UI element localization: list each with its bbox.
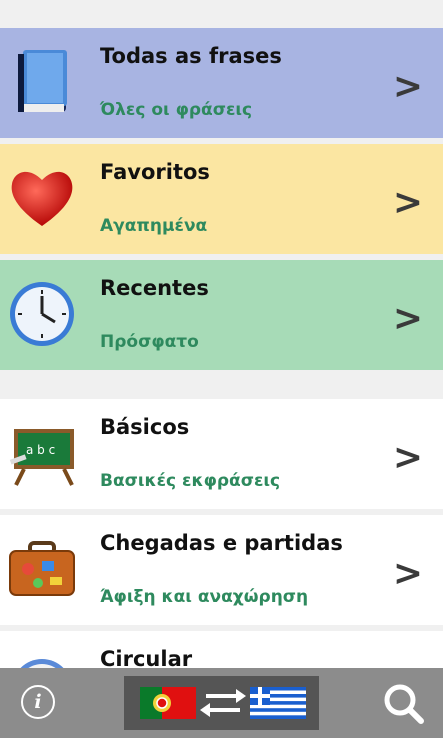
chevron-right-icon: > [392, 182, 423, 223]
category-subtitle: Όλες οι φράσεις [100, 100, 253, 120]
category-subtitle: Βασικές εκφράσεις [100, 471, 281, 491]
category-subtitle: Άφιξη και αναχώρηση [100, 587, 309, 607]
search-icon[interactable] [380, 681, 426, 727]
category-row-favorites[interactable]: Favoritos Αγαπημένα > [0, 144, 443, 254]
category-title: Básicos [100, 415, 190, 439]
chevron-right-icon: > [392, 437, 423, 478]
book-icon [6, 46, 78, 118]
chalkboard-text: a b c [26, 443, 55, 457]
info-icon[interactable]: i [21, 685, 55, 719]
chevron-right-icon: > [392, 298, 423, 339]
swap-arrows-icon [200, 689, 246, 717]
chalkboard-icon: a b c [6, 417, 78, 489]
clock-icon [6, 278, 78, 350]
category-list: Todas as frases Όλες οι φράσεις > Favori… [0, 0, 443, 668]
chevron-right-icon: > [392, 66, 423, 107]
bottom-app-bar: i [0, 668, 443, 738]
category-row-getting-around[interactable]: Circular [0, 631, 443, 668]
category-title: Recentes [100, 276, 209, 300]
category-row-basics[interactable]: a b c Básicos Βασικές εκφράσεις > [0, 399, 443, 509]
suitcase-icon [6, 533, 78, 605]
compass-icon [6, 649, 78, 668]
info-label: i [34, 691, 42, 713]
category-title: Chegadas e partidas [100, 531, 343, 555]
category-subtitle: Αγαπημένα [100, 216, 208, 236]
chevron-right-icon: > [392, 553, 423, 594]
category-row-arrivals-departures[interactable]: Chegadas e partidas Άφιξη και αναχώρηση … [0, 515, 443, 625]
category-title: Todas as frases [100, 44, 282, 68]
category-row-recent[interactable]: Recentes Πρόσφατο > [0, 260, 443, 370]
greece-flag-icon [250, 687, 306, 719]
category-title: Favoritos [100, 160, 210, 184]
heart-icon [6, 162, 78, 234]
category-row-all-phrases[interactable]: Todas as frases Όλες οι φράσεις > [0, 28, 443, 138]
language-switch-button[interactable] [124, 676, 319, 730]
category-title: Circular [100, 647, 193, 668]
category-subtitle: Πρόσφατο [100, 332, 199, 352]
portugal-flag-icon [140, 687, 196, 719]
